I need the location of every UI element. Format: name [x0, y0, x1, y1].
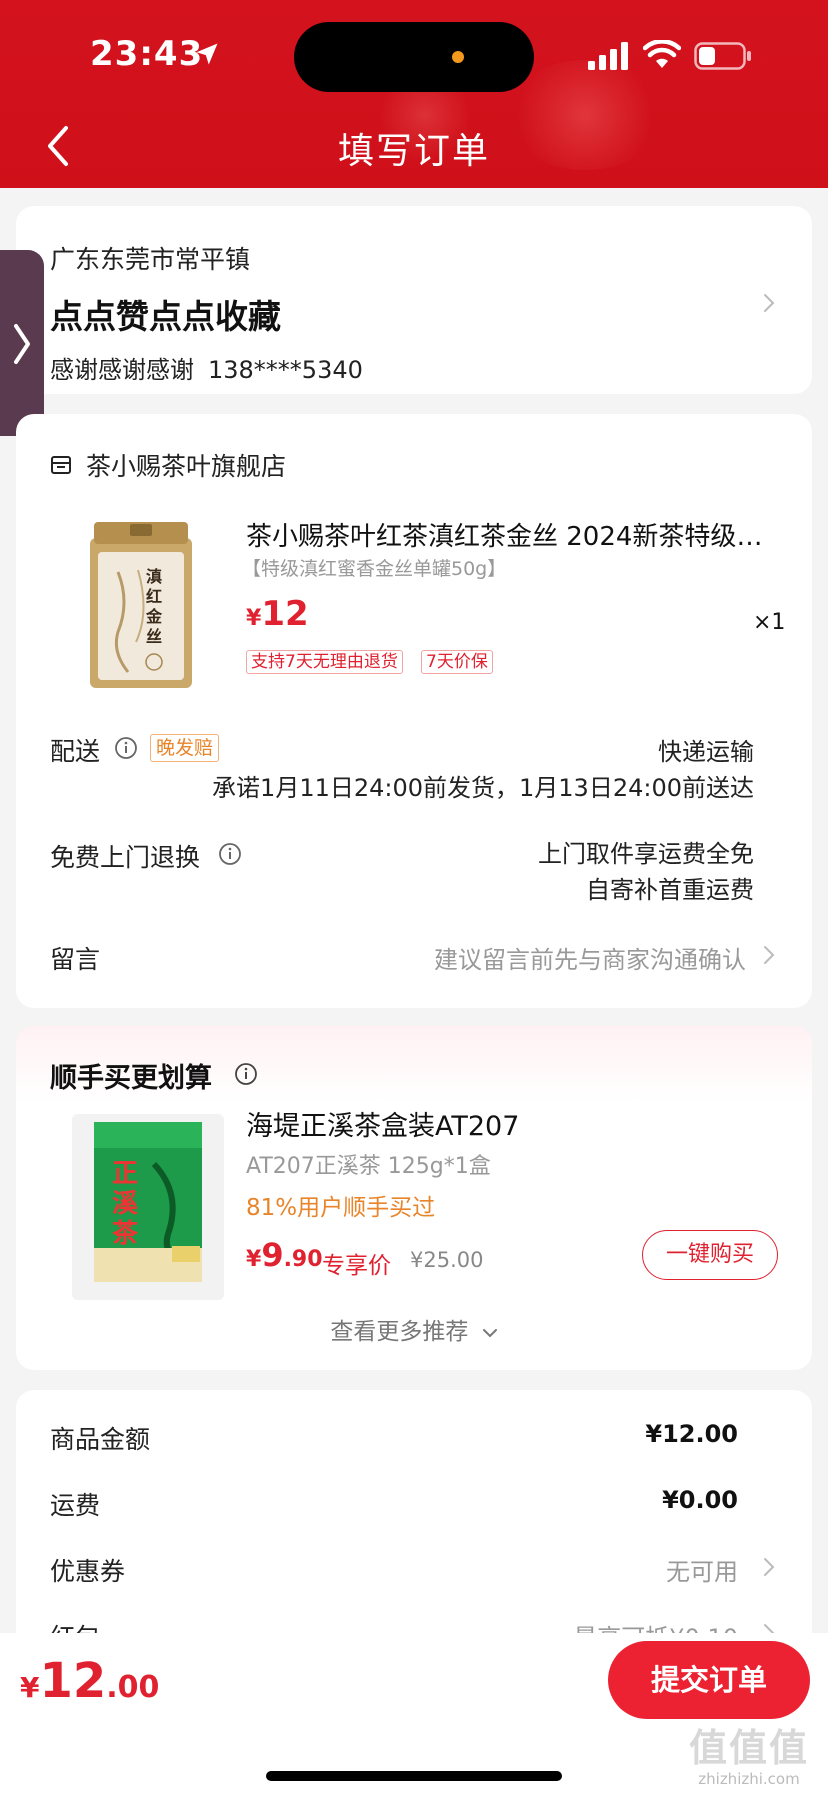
product-spec: 【特级滇红蜜香金丝单罐50g】	[242, 558, 507, 580]
header-bar: 23:43 填写订单	[0, 0, 828, 188]
store-icon	[51, 456, 71, 474]
currency-symbol: ¥	[246, 1247, 262, 1272]
cellular-signal-icon	[588, 42, 628, 70]
free-return-label: 免费上门退换	[50, 843, 201, 872]
product-quantity: ×1	[753, 610, 786, 635]
delivery-method: 快递运输	[658, 738, 754, 766]
privacy-indicator-dot	[452, 51, 464, 63]
info-icon[interactable]	[114, 736, 138, 760]
svg-text:溪: 溪	[112, 1189, 139, 1219]
delivery-label: 配送	[50, 737, 101, 766]
late-compensation-badge: 晚发赔	[150, 734, 220, 762]
address-card[interactable]: 广东东莞市常平镇 点点赞点点收藏 感谢感谢感谢 138****5340	[16, 206, 812, 394]
recommend-product-spec: AT207正溪茶 125g*1盒	[246, 1154, 491, 1179]
svg-text:红: 红	[146, 587, 162, 606]
address-region: 广东东莞市常平镇	[50, 245, 251, 274]
service-tag: 7天价保	[421, 650, 493, 674]
order-card: 茶小赐茶叶旗舰店 滇 红 金 丝 茶小赐茶叶红茶滇红茶金丝 2024新茶特级凤庆…	[16, 414, 812, 1008]
currency-symbol: ¥	[20, 1671, 40, 1704]
svg-text:正: 正	[112, 1159, 138, 1189]
recommend-buyers-stat: 81%用户顺手买过	[246, 1195, 436, 1221]
info-icon[interactable]	[218, 842, 242, 866]
chevron-right-icon	[764, 946, 775, 964]
site-watermark: 值值值 zhizhizhi.com	[674, 1717, 824, 1788]
watermark-url: zhizhizhi.com	[698, 1770, 800, 1788]
recipient-name: 感谢感谢感谢	[50, 356, 194, 384]
recommend-product-image[interactable]: 正 溪 茶	[72, 1114, 224, 1300]
price-integer: 9	[261, 1236, 284, 1274]
message-input[interactable]: 建议留言前先与商家沟通确认	[434, 940, 746, 975]
recommend-price: ¥9.90	[246, 1236, 323, 1274]
submit-order-button[interactable]: 提交订单	[608, 1641, 810, 1719]
svg-text:茶: 茶	[112, 1219, 139, 1249]
dynamic-island	[294, 22, 534, 92]
free-return-line1: 上门取件享运费全免	[538, 840, 754, 868]
address-contact: 感谢感谢感谢 138****5340	[50, 350, 377, 385]
bottom-checkout-bar: ¥12.00 提交订单 值值值 zhizhizhi.com	[0, 1633, 828, 1795]
page-title: 填写订单	[337, 131, 490, 172]
status-time: 23:43	[90, 34, 204, 74]
delivery-promise: 承诺1月11日24:00前发货，1月13日24:00前送达	[212, 774, 754, 802]
total-integer: 12	[39, 1653, 107, 1709]
product-image[interactable]: 滇 红 金 丝	[88, 522, 194, 690]
free-return-line2: 自寄补首重运费	[586, 876, 754, 904]
chevron-down-icon	[482, 1329, 497, 1338]
svg-text:丝: 丝	[146, 627, 162, 646]
one-click-buy-button[interactable]: 一键购买	[642, 1230, 778, 1280]
price-decimal: .90	[283, 1247, 323, 1272]
goods-amount-value: ¥12.00	[645, 1420, 738, 1448]
total-decimal: .00	[106, 1670, 160, 1705]
message-label: 留言	[50, 945, 101, 974]
coupon-label[interactable]: 优惠券	[50, 1552, 125, 1588]
svg-text:金: 金	[145, 607, 163, 626]
wifi-icon	[643, 40, 681, 68]
price-amount: 12	[261, 594, 309, 634]
more-recommendations-link[interactable]: 查看更多推荐	[16, 1312, 812, 1346]
battery-icon	[694, 42, 751, 70]
product-title[interactable]: 茶小赐茶叶红茶滇红茶金丝 2024新茶特级凤庆滇红	[246, 516, 786, 553]
address-detail: 点点赞点点收藏	[50, 297, 281, 336]
chevron-right-icon	[764, 1558, 775, 1576]
more-recommendations-label: 查看更多推荐	[330, 1319, 469, 1345]
shipping-label: 运费	[50, 1491, 101, 1520]
exclusive-price-label: 专享价	[322, 1253, 391, 1279]
home-indicator[interactable]	[266, 1771, 562, 1781]
recommend-title: 顺手买更划算	[50, 1063, 212, 1094]
recommend-product-name[interactable]: 海堤正溪茶盒装AT207	[246, 1104, 519, 1143]
recipient-phone: 138****5340	[208, 356, 363, 384]
service-tag: 支持7天无理由退货	[246, 650, 403, 674]
info-icon[interactable]	[234, 1062, 258, 1086]
store-row[interactable]: 茶小赐茶叶旗舰店	[50, 450, 287, 481]
watermark-logo: 值值值	[688, 1726, 809, 1770]
original-price: ¥25.00	[410, 1248, 484, 1272]
total-price: ¥12.00	[20, 1653, 159, 1709]
coupon-value[interactable]: 无可用	[666, 1552, 738, 1587]
location-arrow-icon	[196, 43, 218, 65]
store-name: 茶小赐茶叶旗舰店	[86, 452, 287, 481]
currency-symbol: ¥	[246, 606, 262, 631]
chevron-right-icon	[14, 324, 30, 364]
product-price: ¥12	[246, 594, 309, 634]
chevron-right-icon	[764, 294, 775, 312]
recommend-card: 顺手买更划算 正 溪 茶 海堤正溪茶盒装AT207 AT207正溪茶 125g*…	[16, 1026, 812, 1370]
goods-amount-label: 商品金额	[50, 1425, 151, 1454]
side-drawer-tab[interactable]	[0, 250, 44, 436]
shipping-value: ¥0.00	[662, 1486, 738, 1514]
svg-text:滇: 滇	[146, 567, 162, 586]
